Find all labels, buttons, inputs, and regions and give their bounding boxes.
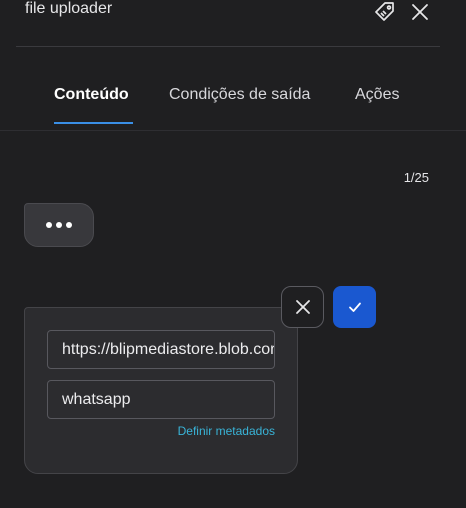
- typing-dot: [66, 222, 72, 228]
- tabs-divider: [0, 130, 466, 131]
- typing-indicator-bubble[interactable]: [24, 203, 94, 247]
- close-icon[interactable]: [408, 0, 432, 24]
- confirm-button[interactable]: [333, 286, 376, 328]
- define-metadata-link[interactable]: Definir metadados: [178, 424, 275, 438]
- page-counter: 1/25: [403, 170, 429, 185]
- tab-bar: Conteúdo Condições de saída Ações: [0, 86, 466, 130]
- panel-title: file uploader: [25, 0, 113, 17]
- typing-dot: [56, 222, 62, 228]
- tab-acoes[interactable]: Ações: [355, 86, 399, 104]
- tab-conteudo[interactable]: Conteúdo: [54, 86, 129, 104]
- file-editor-card: Definir metadados: [24, 307, 298, 474]
- close-icon: [295, 300, 310, 314]
- tab-condicoes-de-saida[interactable]: Condições de saída: [169, 86, 310, 104]
- channel-input[interactable]: [47, 380, 275, 419]
- checkmark-icon: [348, 302, 361, 312]
- file-url-input[interactable]: [47, 330, 275, 369]
- tag-icon[interactable]: [373, 0, 397, 24]
- header-divider: [16, 46, 440, 47]
- typing-dot: [46, 222, 52, 228]
- active-tab-indicator: [54, 122, 133, 124]
- cancel-button[interactable]: [281, 286, 324, 328]
